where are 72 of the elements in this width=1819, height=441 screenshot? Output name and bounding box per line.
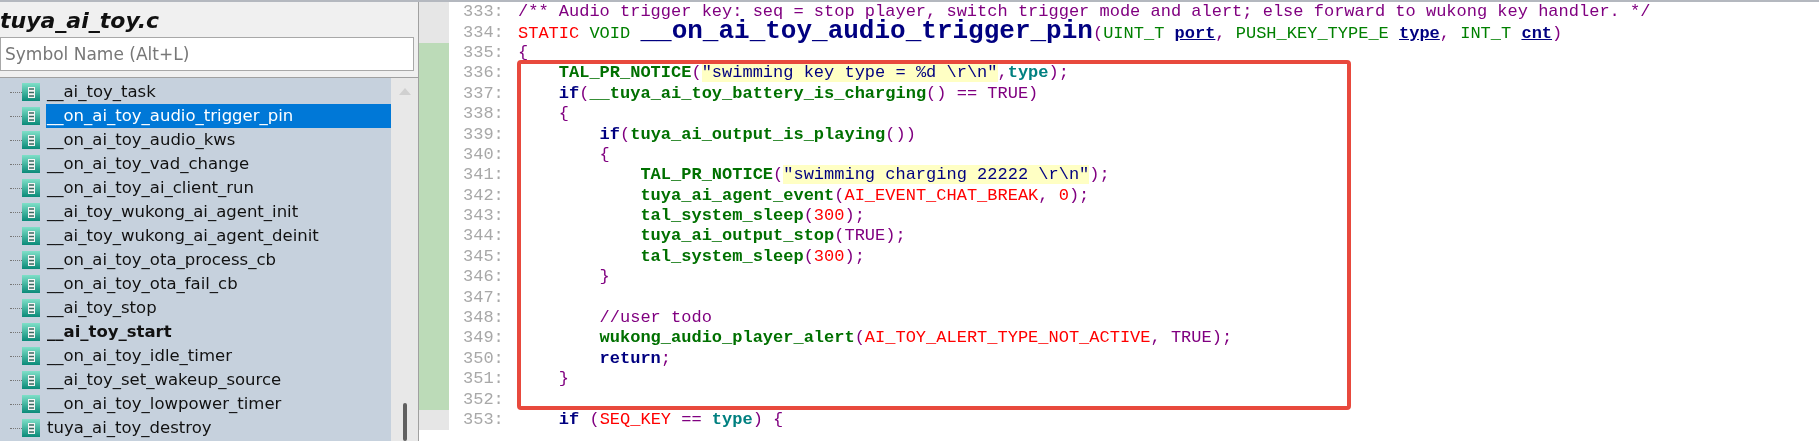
line-number: 353: [463, 410, 505, 430]
symbol-icon [22, 107, 40, 125]
code-line: STATIC VOID __on_ai_toy_audio_trigger_pin(UINT_T port, PUSH_KEY_TYPE_E type, INT_T cnt) [518, 21, 1563, 45]
code-line: { [518, 42, 529, 63]
scroll-thumb[interactable] [402, 403, 407, 441]
symbol-item[interactable]: __on_ai_toy_audio_kws [46, 128, 391, 152]
line-number: 345: [463, 246, 505, 267]
code-line: tal_system_sleep(300); [639, 206, 865, 227]
code-line: tuya_ai_output_stop(TRUE); [639, 226, 906, 247]
symbol-item[interactable]: __ai_toy_set_wakeup_source [46, 368, 391, 392]
line-number: 352: [463, 389, 505, 410]
line-number: 339: [463, 124, 505, 145]
line-number: 351: [463, 369, 505, 390]
symbol-item[interactable]: __ai_toy_task [46, 80, 391, 104]
line-number: 333: [463, 2, 505, 23]
scrollbar[interactable] [391, 78, 418, 441]
symbol-item[interactable]: __on_ai_toy_idle_timer [46, 344, 391, 368]
line-number: 349: [463, 328, 505, 349]
line-number: 335: [463, 42, 505, 63]
symbol-item[interactable]: __on_ai_toy_audio_trigger_pin [46, 104, 391, 128]
code-line: if(__tuya_ai_toy_battery_is_charging() == TRUE) [557, 83, 1039, 104]
code-line: } [557, 369, 569, 390]
symbol-icon [22, 347, 40, 365]
code-line: { [598, 144, 610, 165]
code-line: tuya_ai_agent_event(AI_EVENT_CHAT_BREAK, 0); [639, 185, 1090, 206]
symbol-icon [22, 203, 40, 221]
symbol-icon [22, 179, 40, 197]
line-number: 350: [463, 348, 505, 369]
line-number: 336: [463, 63, 505, 84]
code-line: if(tuya_ai_output_is_playing()) [598, 124, 916, 145]
symbol-item[interactable]: __ai_toy_start [46, 320, 391, 344]
symbol-item[interactable]: __on_ai_toy_lowpower_timer [46, 392, 391, 416]
code-line: { [557, 104, 569, 125]
code-line: //user todo [598, 308, 712, 329]
symbol-item[interactable]: __ai_toy_wukong_ai_agent_deinit [46, 224, 391, 248]
line-number: 348: [463, 308, 505, 329]
symbol-icon [22, 299, 40, 317]
line-number: 347: [463, 287, 505, 308]
symbol-item[interactable]: __ai_toy_stop [46, 296, 391, 320]
symbol-item[interactable]: __on_ai_toy_vad_change [46, 152, 391, 176]
symbol-icon [22, 371, 40, 389]
symbol-item[interactable]: __ai_toy_wukong_ai_agent_init [46, 200, 391, 224]
file-title: tuya_ai_toy.c [0, 7, 161, 35]
symbol-item[interactable]: __on_ai_toy_ai_client_run [46, 176, 391, 200]
symbol-icon [22, 83, 40, 101]
symbol-icon [22, 155, 40, 173]
symbol-icon [22, 131, 40, 149]
symbol-icon [22, 251, 40, 269]
line-number: 344: [463, 226, 505, 247]
scroll-up-icon[interactable] [398, 88, 411, 95]
symbol-item[interactable]: __on_ai_toy_ota_process_cb [46, 248, 391, 272]
code-line: return; [598, 348, 672, 369]
line-number: 338: [463, 104, 505, 125]
symbol-item[interactable]: tuya_ai_toy_destroy [46, 416, 391, 440]
line-number: 341: [463, 165, 505, 186]
symbol-icon [22, 275, 40, 293]
line-number: 342: [463, 185, 505, 206]
symbol-icon [22, 395, 40, 413]
symbol-item[interactable]: __on_ai_toy_ota_fail_cb [46, 272, 391, 296]
symbol-icon [22, 323, 40, 341]
code-line: } [598, 267, 610, 288]
symbol-search-field[interactable]: Symbol Name (Alt+L) [0, 37, 414, 71]
code-line: if (SEQ_KEY == type) { [557, 410, 784, 430]
symbol-icon [22, 419, 40, 437]
symbol-icon [22, 227, 40, 245]
line-number: 343: [463, 206, 505, 227]
code-line: wukong_audio_player_alert(AI_TOY_ALERT_TYPE_NOT_ACTIVE, TRUE); [598, 328, 1233, 349]
line-number: 346: [463, 267, 505, 288]
code-line: tal_system_sleep(300); [639, 246, 865, 267]
line-number: 337: [463, 83, 505, 104]
line-number: 334: [463, 22, 505, 43]
line-number: 340: [463, 144, 505, 165]
